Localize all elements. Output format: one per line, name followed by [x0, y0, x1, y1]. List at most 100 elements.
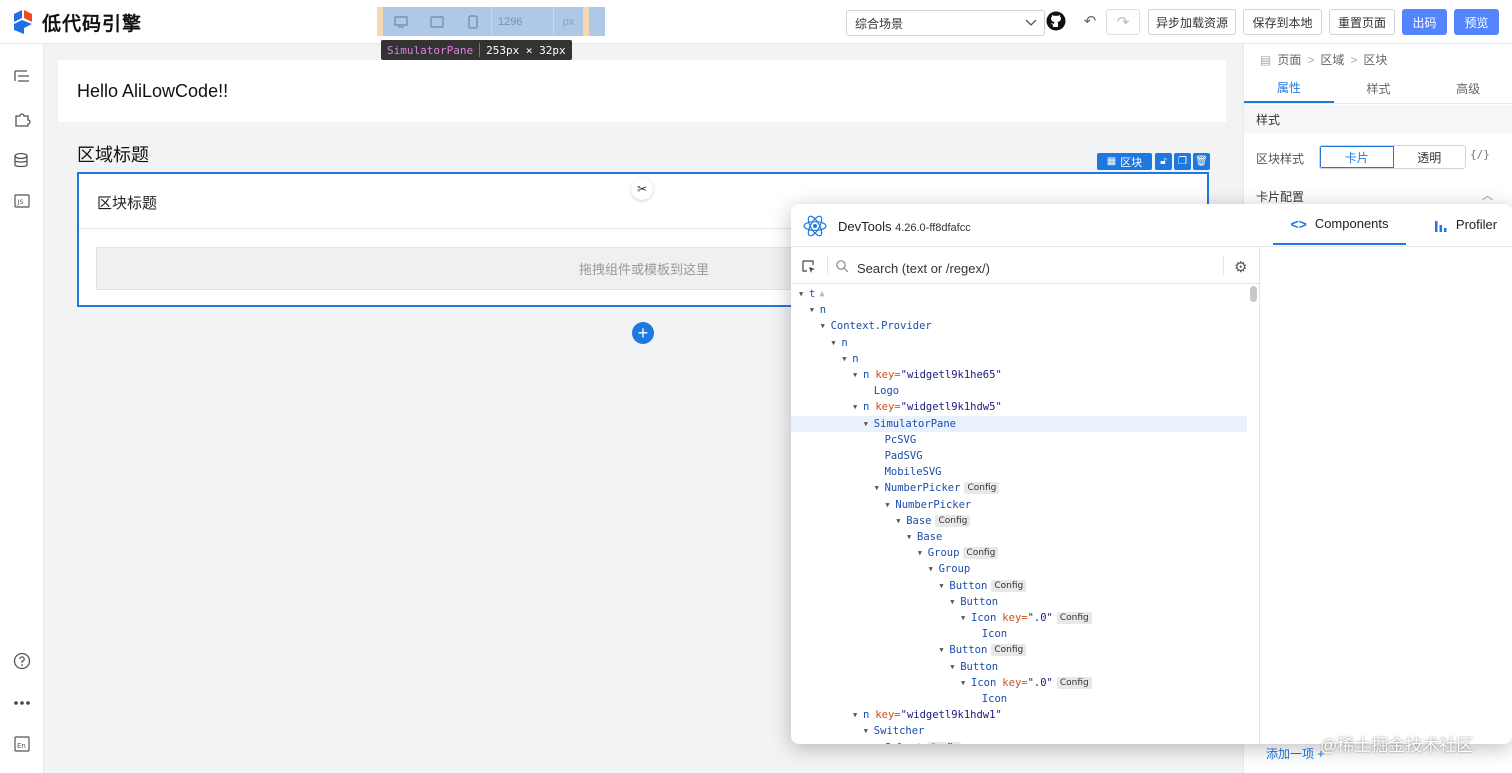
tree-scrollbar[interactable]	[1250, 286, 1257, 302]
tree-node[interactable]: ▼ Base Config	[791, 513, 1247, 529]
tree-node[interactable]: ▼ SimulatorPane	[791, 415, 1247, 432]
tree-node[interactable]: ▼ Icon key= ".0" Config	[791, 610, 1247, 626]
save-local-button[interactable]: 保存到本地	[1243, 9, 1322, 35]
region-title[interactable]: 区域标题	[77, 141, 149, 167]
tree-node[interactable]: ▼ Group	[791, 561, 1247, 577]
tree-node[interactable]: PcSVG	[791, 432, 1247, 448]
devtools-pane-divider[interactable]	[1259, 247, 1260, 744]
language-icon[interactable]: En	[11, 733, 33, 755]
expand-triangle-icon[interactable]: ▼	[950, 663, 960, 671]
tree-node[interactable]: Icon	[791, 691, 1247, 707]
tree-node[interactable]: ▼ Base	[791, 529, 1247, 545]
tab-components[interactable]: <> Components	[1273, 204, 1406, 245]
help-icon[interactable]	[11, 650, 33, 672]
variable-binding-button[interactable]: {/}	[1470, 148, 1490, 161]
tree-node[interactable]: ▼ Button	[791, 659, 1247, 675]
expand-triangle-icon[interactable]: ▼	[864, 727, 874, 735]
pc-device-button[interactable]	[383, 7, 419, 36]
component-library-icon[interactable]	[11, 108, 33, 130]
add-item-link[interactable]: 添加一项 +	[1266, 745, 1324, 762]
copy-icon[interactable]: ❐	[1174, 153, 1191, 170]
tree-node[interactable]: ▼ n	[791, 302, 1247, 318]
reset-page-button[interactable]: 重置页面	[1329, 9, 1395, 35]
tab-props[interactable]: 属性	[1244, 74, 1334, 103]
tree-node[interactable]: Logo	[791, 383, 1247, 399]
tree-node[interactable]: ▼ Button	[791, 594, 1247, 610]
card-config-header[interactable]: 卡片配置	[1256, 188, 1304, 205]
scene-select[interactable]: 综合场景	[846, 10, 1045, 36]
redo-button[interactable]: ↷	[1106, 9, 1140, 35]
app-logo[interactable]: 低代码引擎	[12, 9, 142, 35]
expand-triangle-icon[interactable]: ▼	[929, 565, 939, 573]
expand-triangle-icon[interactable]: ▼	[885, 501, 895, 509]
scissors-icon[interactable]: ✂	[631, 178, 653, 200]
export-code-button[interactable]: 出码	[1402, 9, 1447, 35]
expand-triangle-icon[interactable]: ▼	[961, 679, 971, 687]
hello-text[interactable]: Hello AliLowCode!!	[58, 60, 1226, 122]
expand-triangle-icon[interactable]: ▼	[939, 646, 949, 654]
inspect-element-icon[interactable]	[801, 259, 817, 275]
tab-profiler[interactable]: Profiler	[1419, 204, 1512, 245]
block-style-card[interactable]: 卡片	[1320, 146, 1394, 168]
tree-node[interactable]: ▼ n key= "widgetl9k1he65"	[791, 367, 1247, 383]
tree-node[interactable]: ▼ Button Config	[791, 642, 1247, 658]
more-icon[interactable]	[11, 692, 33, 714]
breadcrumb-block[interactable]: 区块	[1363, 51, 1387, 68]
canvas-width-input[interactable]: 1296	[491, 7, 553, 36]
block-title[interactable]: 区块标题	[97, 192, 157, 213]
datasource-icon[interactable]	[11, 150, 33, 172]
undo-icon[interactable]: ↶	[1080, 11, 1100, 31]
expand-triangle-icon[interactable]: ▼	[950, 598, 960, 606]
tree-node[interactable]: MobileSVG	[791, 464, 1247, 480]
component-search-input[interactable]	[857, 258, 1197, 278]
code-editor-icon[interactable]: JS	[11, 190, 33, 212]
tree-node[interactable]: ▼ t ▲	[791, 286, 1247, 302]
tree-node[interactable]: ▼ n	[791, 335, 1247, 351]
expand-triangle-icon[interactable]: ▼	[875, 484, 885, 492]
tree-node[interactable]: ▼ n key= "widgetl9k1hdw5"	[791, 399, 1247, 415]
tree-node[interactable]: ▼ NumberPicker	[791, 497, 1247, 513]
expand-triangle-icon[interactable]: ▼	[853, 403, 863, 411]
expand-triangle-icon[interactable]: ▼	[907, 533, 917, 541]
github-icon[interactable]	[1046, 11, 1066, 31]
async-load-button[interactable]: 异步加载资源	[1148, 9, 1236, 35]
style-section-header[interactable]: 样式	[1244, 105, 1512, 133]
tree-node[interactable]: ▼ n	[791, 351, 1247, 367]
expand-triangle-icon[interactable]: ▼	[842, 355, 852, 363]
tree-node[interactable]: ▼ Switcher	[791, 723, 1247, 739]
tab-advanced[interactable]: 高级	[1423, 74, 1512, 103]
block-selection-tag[interactable]: ▦ 区块	[1097, 153, 1152, 170]
breadcrumb-page[interactable]: 页面	[1277, 51, 1301, 68]
block-style-transparent[interactable]: 透明	[1394, 146, 1466, 168]
expand-triangle-icon[interactable]: ▼	[864, 420, 874, 428]
expand-triangle-icon[interactable]: ▼	[799, 290, 809, 298]
mobile-device-button[interactable]	[455, 7, 491, 36]
tree-node[interactable]: PadSVG	[791, 448, 1247, 464]
expand-triangle-icon[interactable]: ▼	[918, 549, 928, 557]
chevron-up-icon[interactable]: ︿	[1482, 187, 1493, 203]
tree-node[interactable]: ▼ Context.Provider	[791, 318, 1247, 334]
expand-triangle-icon[interactable]: ▼	[810, 306, 820, 314]
expand-triangle-icon[interactable]: ▼	[821, 322, 831, 330]
pad-device-button[interactable]	[419, 7, 455, 36]
tree-node[interactable]: ▼ Group Config	[791, 545, 1247, 561]
tree-node[interactable]: SelectConfig	[791, 740, 1247, 744]
lock-icon[interactable]: 🔓︎	[1155, 153, 1172, 170]
tree-node[interactable]: ▼ n key= "widgetl9k1hdw1"	[791, 707, 1247, 723]
tab-style[interactable]: 样式	[1334, 74, 1424, 103]
expand-triangle-icon[interactable]: ▼	[939, 582, 949, 590]
tree-node[interactable]: ▼ Button Config	[791, 578, 1247, 594]
outline-tree-icon[interactable]	[11, 66, 33, 88]
expand-triangle-icon[interactable]: ▼	[896, 517, 906, 525]
tree-node[interactable]: ▼ Icon key= ".0" Config	[791, 675, 1247, 691]
preview-button[interactable]: 预览	[1454, 9, 1499, 35]
gear-icon[interactable]: ⚙	[1234, 258, 1250, 276]
tree-node[interactable]: Icon	[791, 626, 1247, 642]
add-component-button[interactable]: +	[632, 322, 654, 344]
expand-triangle-icon[interactable]: ▼	[961, 614, 971, 622]
expand-triangle-icon[interactable]: ▼	[853, 711, 863, 719]
breadcrumb-region[interactable]: 区域	[1320, 51, 1344, 68]
delete-icon[interactable]: 🗑︎	[1193, 153, 1210, 170]
tree-node[interactable]: ▼ NumberPicker Config	[791, 480, 1247, 496]
expand-triangle-icon[interactable]: ▼	[853, 371, 863, 379]
